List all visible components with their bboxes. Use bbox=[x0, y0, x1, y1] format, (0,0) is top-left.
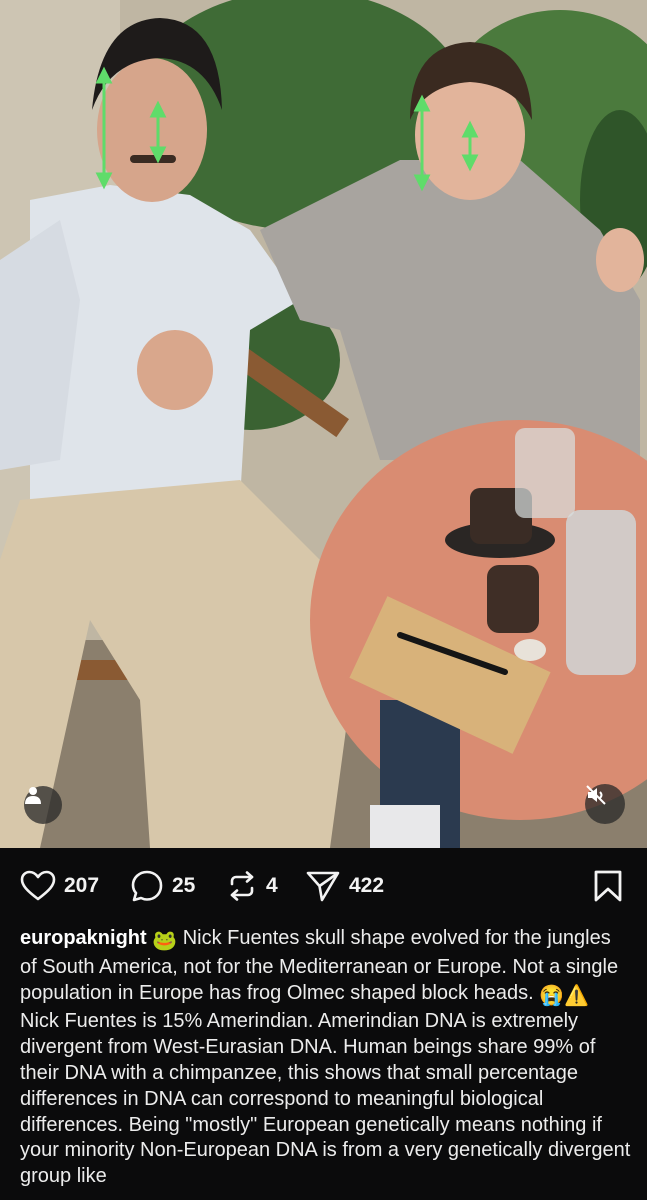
comment-count: 25 bbox=[172, 874, 196, 897]
post-photo[interactable] bbox=[0, 0, 647, 848]
repost-count: 4 bbox=[266, 874, 278, 897]
frog-emoji-icon: 🐸 bbox=[152, 930, 178, 952]
person-icon bbox=[25, 787, 41, 804]
photo-illustration bbox=[0, 0, 647, 848]
caption-text-part-2: Nick Fuentes is 15% Amerindian. Amerindi… bbox=[20, 1010, 631, 1188]
caption-username[interactable]: europaknight bbox=[20, 927, 147, 949]
share-count: 422 bbox=[349, 874, 385, 897]
tagged-users-button[interactable] bbox=[24, 786, 62, 824]
share-button[interactable]: 422 bbox=[305, 848, 384, 924]
comment-button[interactable]: 25 bbox=[130, 848, 195, 924]
repost-button[interactable]: 4 bbox=[226, 848, 278, 924]
muted-speaker-icon bbox=[586, 785, 606, 805]
save-button[interactable] bbox=[592, 848, 624, 924]
crying-emoji-icon: 😭 bbox=[539, 984, 565, 1007]
repost-icon bbox=[230, 871, 254, 901]
bookmark-icon bbox=[594, 870, 622, 902]
like-count: 207 bbox=[64, 874, 100, 897]
post-action-bar: 207 25 4 422 bbox=[0, 848, 647, 924]
post-caption: europaknight 🐸 Nick Fuentes skull shape … bbox=[20, 926, 632, 1190]
heart-icon bbox=[20, 870, 56, 901]
warning-emoji-icon: ⚠️ bbox=[564, 984, 590, 1007]
comment-icon bbox=[131, 870, 163, 902]
like-button[interactable]: 207 bbox=[20, 848, 99, 924]
send-icon bbox=[306, 871, 340, 902]
mute-button[interactable] bbox=[585, 784, 625, 824]
